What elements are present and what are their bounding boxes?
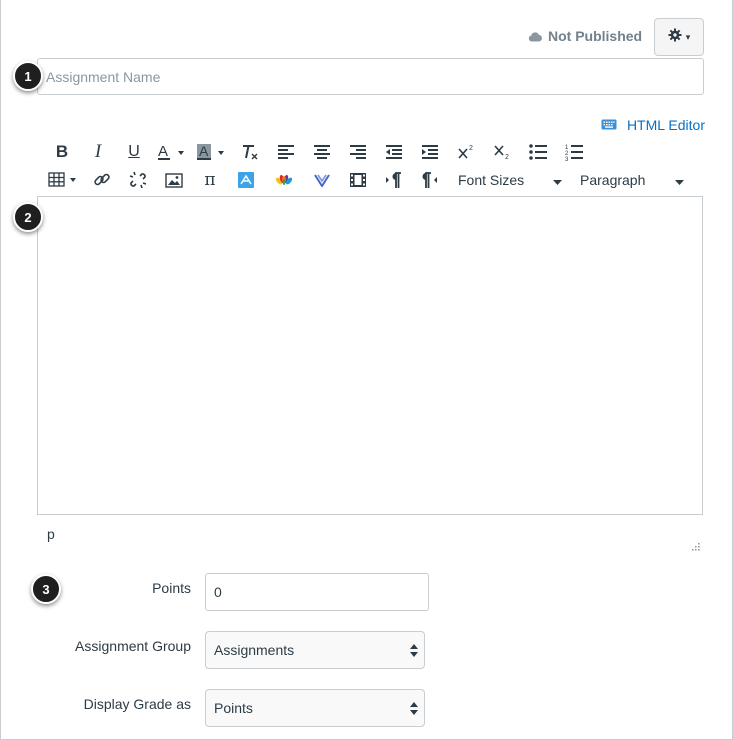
keyboard-icon xyxy=(601,117,617,133)
font-sizes-label: Font Sizes xyxy=(458,172,525,188)
bold-icon: B xyxy=(55,142,69,161)
assignment-group-label: Assignment Group xyxy=(75,638,191,654)
align-right-button[interactable] xyxy=(340,140,376,164)
media-button[interactable] xyxy=(340,168,376,192)
vimeo-icon xyxy=(314,173,330,187)
text-color-icon: A xyxy=(156,143,188,161)
editor-toolbar-row-2: π Font Sizes Paragraph xyxy=(44,168,690,192)
paragraph-rtl-icon xyxy=(422,171,438,189)
indent-icon xyxy=(422,145,438,159)
peacock-icon xyxy=(275,174,293,186)
publish-status: Not Published xyxy=(528,28,642,44)
resize-handle-icon[interactable] xyxy=(690,538,700,556)
svg-text:2: 2 xyxy=(505,154,509,160)
superscript-icon: 2 xyxy=(457,144,475,160)
paragraph-label: Paragraph xyxy=(580,172,646,188)
align-left-button[interactable] xyxy=(268,140,304,164)
align-center-icon xyxy=(314,145,330,159)
display-grade-label: Display Grade as xyxy=(83,696,191,712)
element-path: p xyxy=(47,526,55,542)
step-badge-1: 1 xyxy=(13,61,43,91)
clear-formatting-icon xyxy=(241,143,259,161)
svg-text:2: 2 xyxy=(469,145,473,152)
table-icon xyxy=(48,172,80,188)
align-center-button[interactable] xyxy=(304,140,340,164)
font-sizes-dropdown[interactable]: Font Sizes xyxy=(452,168,568,192)
paragraph-ltr-icon xyxy=(386,171,402,189)
editor-toolbar-row-1: B I U A A 2 2 1 2 3 xyxy=(44,140,592,164)
align-right-icon xyxy=(350,145,366,159)
numbered-list-icon: 123 xyxy=(565,144,583,161)
ltr-button[interactable] xyxy=(376,168,412,192)
underline-icon: U xyxy=(128,143,140,160)
indent-button[interactable] xyxy=(412,140,448,164)
paragraph-format-dropdown[interactable]: Paragraph xyxy=(574,168,690,192)
bold-button[interactable]: B xyxy=(44,140,80,164)
select-arrows-icon xyxy=(410,701,418,715)
html-editor-toggle[interactable]: HTML Editor xyxy=(601,117,705,133)
clear-formatting-button[interactable] xyxy=(232,140,268,164)
chevron-down-icon: ▾ xyxy=(685,31,691,42)
html-editor-label: HTML Editor xyxy=(626,117,705,133)
film-icon xyxy=(350,173,366,187)
align-left-icon xyxy=(278,145,294,159)
link-button[interactable] xyxy=(84,168,120,192)
embed-button[interactable] xyxy=(228,168,264,192)
superscript-button[interactable]: 2 xyxy=(448,140,484,164)
bullet-list-button[interactable] xyxy=(520,140,556,164)
outdent-icon xyxy=(386,145,402,159)
subscript-icon: 2 xyxy=(493,144,511,160)
embed-icon xyxy=(238,172,254,188)
rich-content-editor[interactable] xyxy=(37,196,703,515)
image-button[interactable] xyxy=(156,168,192,192)
step-badge-3: 3 xyxy=(31,574,61,604)
unlink-icon xyxy=(129,171,147,189)
vimeo-button[interactable] xyxy=(304,168,340,192)
assignment-group-select[interactable]: Assignments xyxy=(205,631,425,669)
table-button[interactable] xyxy=(44,168,84,192)
rtl-button[interactable] xyxy=(412,168,448,192)
publish-status-text: Not Published xyxy=(548,28,643,44)
background-color-icon: A xyxy=(196,143,228,161)
unlink-button[interactable] xyxy=(120,168,156,192)
display-grade-select[interactable]: Points xyxy=(205,689,425,727)
chevron-down-icon xyxy=(675,172,684,188)
numbered-list-button[interactable]: 123 xyxy=(556,140,592,164)
svg-text:3: 3 xyxy=(565,157,569,161)
pi-icon: π xyxy=(204,170,216,190)
outdent-button[interactable] xyxy=(376,140,412,164)
gear-icon xyxy=(668,28,682,47)
assignment-name-input[interactable] xyxy=(37,58,704,95)
settings-menu-button[interactable]: ▾ xyxy=(654,18,704,56)
media-apps-button[interactable] xyxy=(264,168,304,192)
math-equation-button[interactable]: π xyxy=(192,168,228,192)
background-color-button[interactable]: A xyxy=(192,140,232,164)
points-input[interactable] xyxy=(205,573,429,611)
step-badge-2: 2 xyxy=(13,202,43,232)
underline-button[interactable]: U xyxy=(116,140,152,164)
bullet-list-icon xyxy=(529,144,547,160)
cloud-icon xyxy=(528,31,542,42)
chevron-down-icon xyxy=(553,172,562,188)
link-icon xyxy=(93,171,111,189)
italic-button[interactable]: I xyxy=(80,140,116,164)
points-label: Points xyxy=(152,580,191,596)
svg-text:A: A xyxy=(199,143,209,159)
assignment-group-value: Assignments xyxy=(214,642,295,658)
subscript-button[interactable]: 2 xyxy=(484,140,520,164)
select-arrows-icon xyxy=(410,643,418,657)
italic-icon: I xyxy=(94,141,102,162)
display-grade-value: Points xyxy=(214,700,253,716)
text-color-button[interactable]: A xyxy=(152,140,192,164)
svg-text:A: A xyxy=(158,143,168,160)
image-icon xyxy=(165,172,183,188)
